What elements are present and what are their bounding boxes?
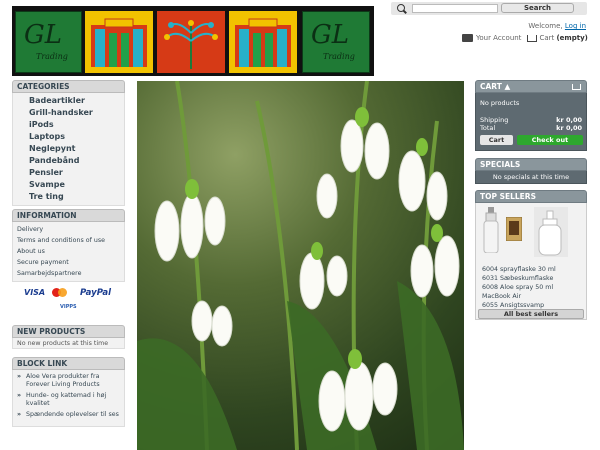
shipping-value: kr 0,00 <box>556 116 582 124</box>
logo-text-right: Trading <box>323 52 355 61</box>
pattern-yellow-art <box>91 18 147 67</box>
cart-box-header[interactable]: CART ▲ <box>475 80 587 93</box>
category-item[interactable]: Badeartikler <box>29 95 124 107</box>
top-sellers-block: TOP SELLERS 6004 sprayflaske 30 ml 6031 S… <box>475 190 587 320</box>
header-banner[interactable]: GL Trading GL Trading <box>12 6 374 76</box>
block-link-title: BLOCK LINK <box>12 357 125 370</box>
your-account-link[interactable]: Your Account <box>476 34 521 42</box>
cart-empty-text: No products <box>480 99 520 107</box>
cart-status: (empty) <box>556 34 588 42</box>
shipping-row: Shipping kr 0,00 <box>480 116 582 124</box>
category-item[interactable]: Pandebånd <box>29 155 124 167</box>
pattern-yellow-art-2 <box>235 18 291 67</box>
spray-bottle-image[interactable] <box>482 207 502 253</box>
categories-block: CATEGORIES Badeartikler Grill-handsker iPo… <box>12 80 125 206</box>
cart-header-icon <box>572 84 581 90</box>
categories-body: Badeartikler Grill-handsker iPods Laptops Ne… <box>12 93 125 206</box>
information-body: Delivery Terms and conditions of use About… <box>12 222 125 282</box>
category-item[interactable]: Pensler <box>29 167 124 179</box>
snowdrop-photo <box>137 81 464 450</box>
information-link[interactable]: Delivery <box>17 224 120 235</box>
total-value: kr 0,00 <box>556 124 582 132</box>
cart-button[interactable]: Cart <box>480 135 513 145</box>
foam-bottle-image[interactable] <box>534 207 568 257</box>
category-item[interactable]: Laptops <box>29 131 124 143</box>
cart-box-title: CART <box>480 82 502 91</box>
block-link-item[interactable]: Aloe Vera produkter fra Forever Living P… <box>17 373 120 389</box>
category-item[interactable]: Neglepynt <box>29 143 124 155</box>
banner-pattern-red <box>157 11 225 73</box>
payment-logos: VISA PayPal VIPPS <box>24 288 119 316</box>
block-link-item[interactable]: Hunde- og kattemad i høj kvalitet <box>17 392 120 408</box>
top-seller-item[interactable]: 6031 Sæbeskumflaske <box>482 274 586 283</box>
top-seller-item[interactable]: 6008 Aloe spray 50 ml <box>482 283 586 292</box>
top-sellers-title: TOP SELLERS <box>475 190 587 203</box>
new-products-block: NEW PRODUCTS No new products at this tim… <box>12 325 125 349</box>
hero-image[interactable] <box>137 81 464 450</box>
categories-list: Badeartikler Grill-handsker iPods Laptops Ne… <box>13 93 124 205</box>
new-products-text: No new products at this time <box>12 338 125 349</box>
categories-title: CATEGORIES <box>12 80 125 93</box>
specials-text: No specials at this time <box>475 171 587 184</box>
visa-logo: VISA <box>24 288 46 297</box>
cart-box-body: No products Shipping kr 0,00 Total kr 0,… <box>475 93 587 151</box>
vipps-logo: VIPPS <box>60 304 77 310</box>
top-sellers-body: 6004 sprayflaske 30 ml 6031 Sæbeskumflask… <box>475 203 587 320</box>
logo-text: Trading <box>36 52 68 61</box>
mastercard-logo <box>52 288 68 297</box>
paypal-logo: PayPal <box>80 288 112 298</box>
block-link-list: Aloe Vera produkter fra Forever Living P… <box>13 370 124 426</box>
information-block: INFORMATION Delivery Terms and conditions… <box>12 209 125 282</box>
cart-block: CART ▲ No products Shipping kr 0,00 Tota… <box>475 80 587 151</box>
search-input[interactable] <box>412 4 498 13</box>
total-label: Total <box>480 124 496 132</box>
logo-tile-left: GL Trading <box>15 11 82 73</box>
category-item[interactable]: iPods <box>29 119 124 131</box>
collapse-arrow-icon[interactable]: ▲ <box>505 82 511 91</box>
account-icon <box>462 34 473 42</box>
category-item[interactable]: Svampe <box>29 179 124 191</box>
new-products-title: NEW PRODUCTS <box>12 325 125 338</box>
welcome-message: Welcome, Log in <box>528 22 586 30</box>
information-link[interactable]: Terms and conditions of use <box>17 235 120 246</box>
top-seller-item[interactable]: MacBook Air <box>482 292 586 301</box>
logo-monogram: GL <box>24 20 63 50</box>
cart-link[interactable]: Cart <box>539 34 554 42</box>
block-link-block: BLOCK LINK Aloe Vera produkter fra Forev… <box>12 357 125 427</box>
category-item[interactable]: Tre ting <box>29 191 124 203</box>
specials-block: SPECIALS No specials at this time <box>475 158 587 184</box>
top-seller-item[interactable]: 6004 sprayflaske 30 ml <box>482 265 586 274</box>
checkout-button[interactable]: Check out <box>517 135 583 145</box>
pattern-red-art <box>164 20 218 69</box>
product-box-image[interactable] <box>506 217 522 241</box>
banner-pattern-yellow-2 <box>229 11 297 73</box>
category-item[interactable]: Grill-handsker <box>29 107 124 119</box>
block-link-item[interactable]: Spændende oplevelser til ses <box>17 411 120 419</box>
all-best-sellers-button[interactable]: All best sellers <box>478 309 584 319</box>
logo-tile-right: GL Trading <box>302 11 370 73</box>
information-link[interactable]: Secure payment <box>17 257 120 268</box>
information-link[interactable]: Samarbejdspartnere <box>17 268 120 279</box>
information-title: INFORMATION <box>12 209 125 222</box>
search-icon <box>397 4 405 12</box>
login-link[interactable]: Log in <box>565 22 586 30</box>
welcome-text: Welcome, <box>528 22 563 30</box>
information-list: Delivery Terms and conditions of use About… <box>13 222 124 281</box>
information-link[interactable]: About us <box>17 246 120 257</box>
logo-monogram-right: GL <box>311 20 350 50</box>
account-links: Your Account Cart (empty) <box>462 34 588 42</box>
shipping-label: Shipping <box>480 116 509 124</box>
total-row: Total kr 0,00 <box>480 124 582 132</box>
search-button[interactable]: Search <box>501 3 574 13</box>
banner-pattern-yellow <box>85 11 153 73</box>
block-link-body: Aloe Vera produkter fra Forever Living P… <box>12 370 125 427</box>
specials-title: SPECIALS <box>475 158 587 171</box>
cart-icon <box>527 34 538 42</box>
